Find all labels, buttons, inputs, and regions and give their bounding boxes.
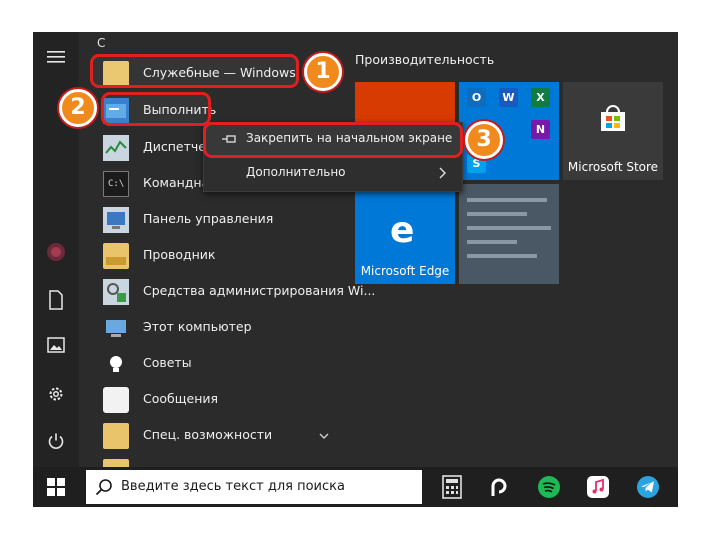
store-bag-icon: [601, 105, 625, 131]
app-item-tips[interactable]: Советы: [95, 348, 335, 380]
telegram-icon[interactable]: [636, 475, 660, 499]
chevron-down-icon[interactable]: [319, 432, 329, 440]
search-placeholder: Введите здесь текст для поиска: [121, 479, 345, 494]
chevron-right-icon: [439, 167, 446, 179]
excel-icon: X: [531, 88, 550, 107]
outlook-icon: O: [467, 88, 486, 107]
svg-text:C:\: C:\: [108, 179, 124, 189]
more-menu-item[interactable]: Дополнительно: [204, 157, 462, 189]
taskbar: Введите здесь текст для поиска: [33, 467, 678, 507]
settings-gear-icon[interactable]: [45, 385, 67, 407]
callout-box-1: [90, 54, 299, 88]
tiles-section-title: Производительность: [355, 52, 495, 67]
app-label: Спец. возможности: [143, 427, 273, 442]
control-panel-icon: [103, 207, 129, 233]
news-tile[interactable]: [459, 184, 559, 284]
app-label: Панель управления: [143, 211, 274, 226]
callout-badge-2: 2: [59, 89, 97, 127]
microsoft-store-tile[interactable]: Microsoft Store: [563, 82, 663, 180]
tips-icon: [103, 351, 129, 377]
itunes-icon[interactable]: [586, 475, 610, 499]
file-explorer-icon: [103, 243, 129, 269]
picsart-icon[interactable]: [486, 475, 510, 499]
more-label: Дополнительно: [246, 165, 346, 179]
this-pc-icon: [103, 315, 129, 341]
app-item-control-panel[interactable]: Панель управления: [95, 204, 335, 236]
app-label: Проводник: [143, 247, 216, 262]
app-item-accessibility[interactable]: Спец. возможности: [95, 420, 335, 452]
callout-badge-1: 1: [304, 53, 342, 91]
app-item-file-explorer[interactable]: Проводник: [95, 240, 335, 272]
task-manager-icon: [103, 135, 129, 161]
document-icon[interactable]: [45, 290, 67, 312]
word-icon: W: [499, 88, 518, 107]
messages-icon: [103, 387, 129, 413]
callout-box-2: [101, 92, 211, 126]
section-letter[interactable]: С: [97, 36, 105, 50]
power-icon[interactable]: [45, 432, 67, 454]
microsoft-edge-tile[interactable]: e Microsoft Edge: [355, 184, 455, 284]
app-item-partial: [95, 456, 335, 470]
pictures-icon[interactable]: [45, 337, 67, 359]
edge-tile-label: Microsoft Edge: [360, 264, 450, 278]
command-prompt-icon: C:\: [103, 171, 129, 197]
admin-tools-icon: [103, 279, 129, 305]
hamburger-menu-icon[interactable]: [45, 48, 67, 70]
callout-badge-3: 3: [465, 121, 503, 159]
app-label: Советы: [143, 355, 192, 370]
app-label: Сообщения: [143, 391, 219, 406]
callout-box-3: [203, 122, 463, 158]
onenote-icon: N: [531, 120, 550, 139]
app-item-messages[interactable]: Сообщения: [95, 384, 335, 416]
folder-icon: [103, 423, 129, 449]
user-avatar-icon[interactable]: [45, 242, 67, 264]
app-label: Средства администрирования Wi...: [143, 283, 376, 298]
windows-start-icon[interactable]: [47, 478, 65, 496]
store-tile-label: Microsoft Store: [567, 160, 659, 174]
edge-icon: e: [390, 212, 414, 246]
taskbar-search-box[interactable]: Введите здесь текст для поиска: [86, 470, 422, 504]
app-item-this-pc[interactable]: Этот компьютер: [95, 312, 335, 344]
app-label: Этот компьютер: [143, 319, 252, 334]
app-item-admin-tools[interactable]: Средства администрирования Wi...: [95, 276, 375, 308]
calculator-icon[interactable]: [440, 475, 464, 499]
spotify-icon[interactable]: [537, 475, 561, 499]
start-menu-screen: С Служебные — Windows Выполнить Диспетче…: [33, 32, 678, 507]
search-icon: [95, 479, 112, 496]
svg-text:e: e: [390, 212, 414, 246]
